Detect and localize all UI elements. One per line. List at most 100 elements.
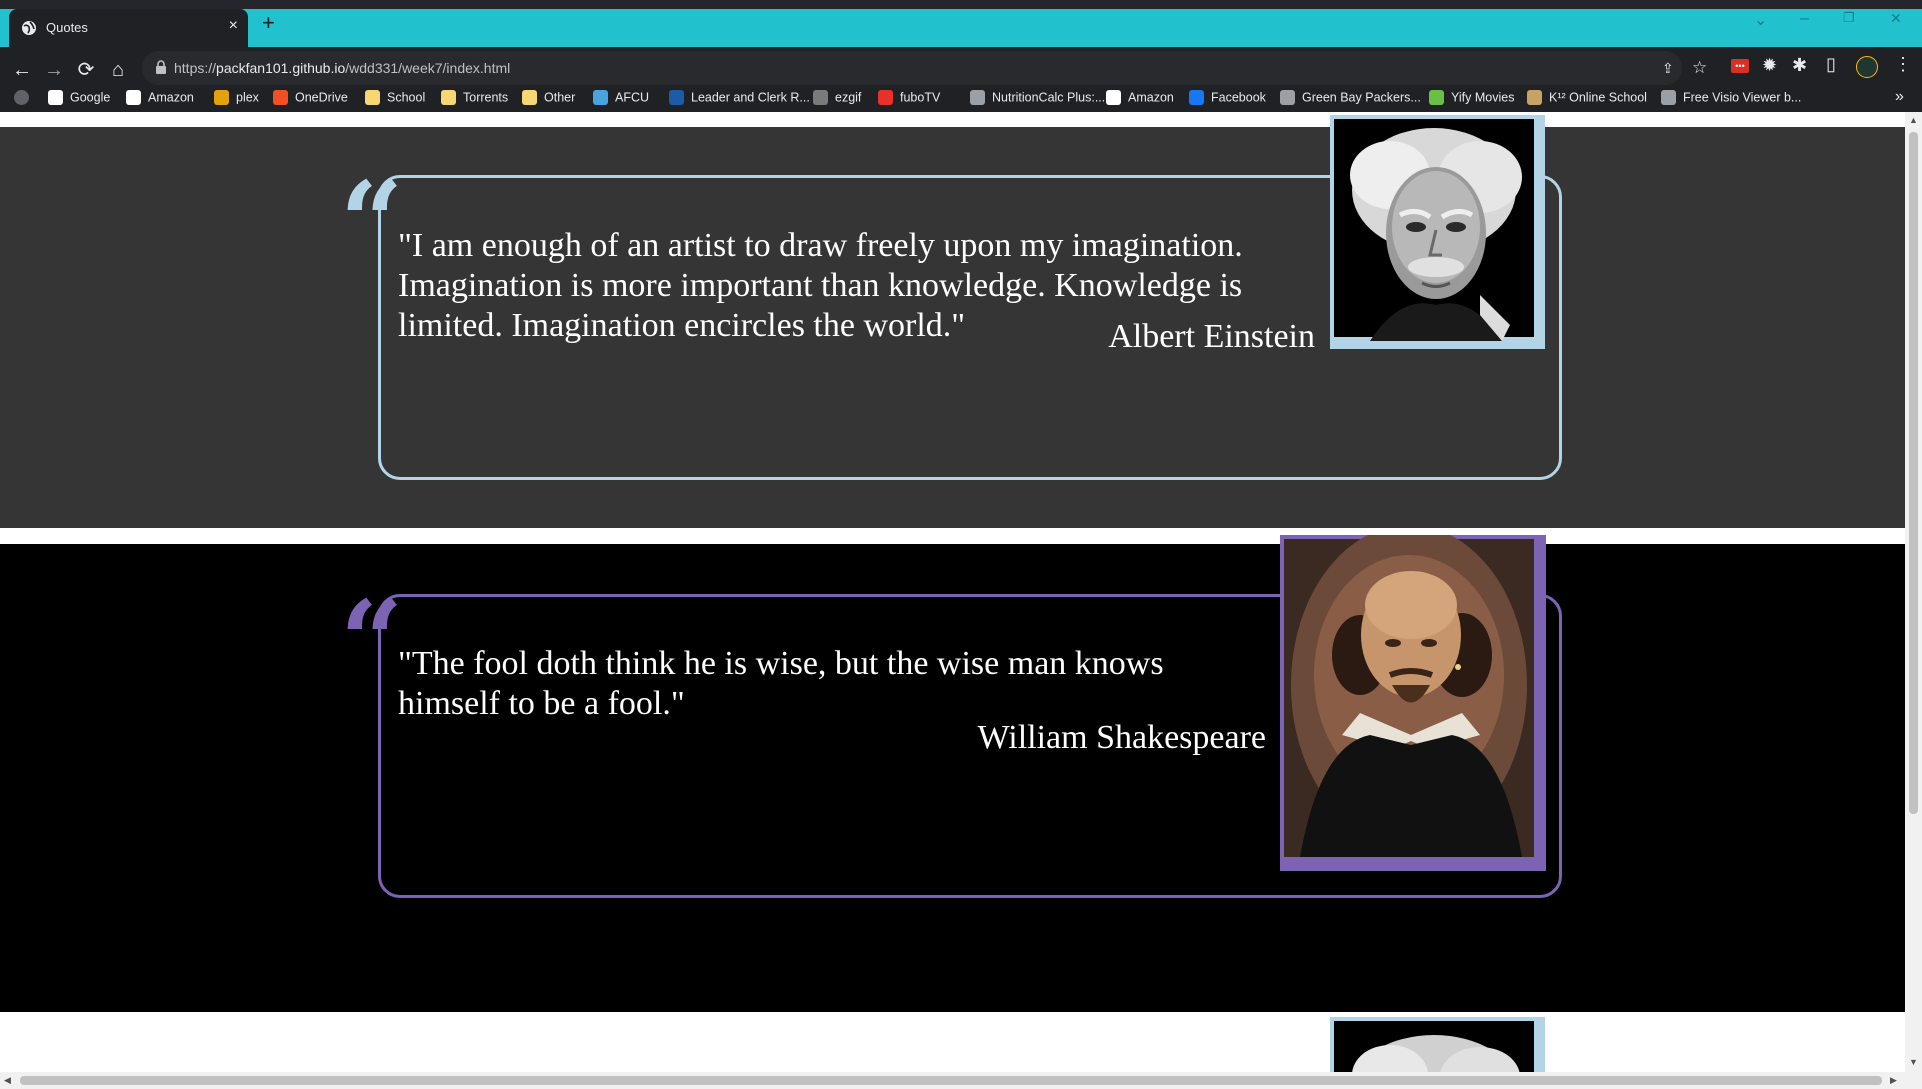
bookmark-label: fuboTV <box>900 90 941 105</box>
url-text: https://packfan101.github.io/wdd331/week… <box>174 60 510 76</box>
address-bar[interactable]: https://packfan101.github.io/wdd331/week… <box>142 51 1707 85</box>
bookmark-item[interactable]: NutritionCalc Plus:... <box>970 82 1105 112</box>
horizontal-scrollbar[interactable]: ◀ ▶ <box>0 1072 1922 1089</box>
folder-icon <box>365 90 380 106</box>
bookmark-label: plex <box>236 90 259 105</box>
bookmarks-overflow-icon[interactable]: » <box>1895 82 1904 112</box>
bookmark-label: AFCU <box>615 90 650 105</box>
plex-icon <box>214 90 229 106</box>
bookmarks-bar: Google Amazon plex OneDrive School Torrents Ot… <box>0 82 1922 112</box>
bookmark-item[interactable]: Google <box>48 82 110 112</box>
microsoft-icon <box>273 90 288 106</box>
scroll-down-icon[interactable]: ▼ <box>1909 1057 1918 1067</box>
bookmark-item[interactable]: School <box>365 82 425 112</box>
restore-button[interactable]: ❐ <box>1843 10 1855 26</box>
vertical-scrollbar[interactable]: ▲ ▼ <box>1905 112 1922 1072</box>
lock-icon <box>156 60 166 74</box>
yify-icon <box>1429 90 1444 106</box>
bookmark-label: NutritionCalc Plus:... <box>992 90 1106 105</box>
einstein-portrait-image <box>1330 115 1538 341</box>
bookmark-label: OneDrive <box>295 90 348 105</box>
quote-section-shakespeare: “ "The fool doth think he is wise, but t… <box>0 535 1905 1012</box>
url-scheme: https:// <box>174 60 217 76</box>
bookmark-item[interactable]: plex <box>214 82 259 112</box>
apps-icon[interactable] <box>14 82 36 112</box>
home-button[interactable]: ⌂ <box>104 56 132 84</box>
bookmark-item[interactable]: Green Bay Packers... <box>1280 82 1421 112</box>
page-viewport: “ "I am enough of an artist to draw free… <box>0 112 1905 1072</box>
shakespeare-portrait-image <box>1280 535 1546 871</box>
bookmark-label: Torrents <box>463 90 509 105</box>
bookmark-label: School <box>387 90 426 105</box>
ezgif-icon <box>813 90 828 106</box>
quote-section-einstein: “ "I am enough of an artist to draw free… <box>0 115 1905 528</box>
amazon-icon <box>126 90 141 106</box>
bookmark-item[interactable]: Yify Movies <box>1429 82 1514 112</box>
reload-button[interactable]: ⟳ <box>72 56 100 84</box>
bookmark-label: Leader and Clerk R... <box>691 90 810 105</box>
bookmark-label: Green Bay Packers... <box>1302 90 1421 105</box>
extensions-puzzle-icon[interactable]: ✱ <box>1792 55 1807 76</box>
bookmark-item[interactable]: AFCU <box>593 82 649 112</box>
share-icon[interactable]: ⇪ <box>1662 60 1674 77</box>
bookmark-item[interactable]: Amazon <box>126 82 194 112</box>
scroll-left-icon[interactable]: ◀ <box>4 1075 11 1086</box>
bookmark-label: Facebook <box>1211 90 1266 105</box>
bookmark-item[interactable]: Free Visio Viewer b... <box>1661 82 1801 112</box>
title-bar-edge <box>0 0 1922 9</box>
bookmark-label: Other <box>544 90 576 105</box>
side-panel-icon[interactable]: ▯ <box>1826 54 1836 75</box>
facebook-icon <box>1189 90 1204 106</box>
globe-icon <box>22 21 36 35</box>
bookmark-label: Google <box>70 90 111 105</box>
folder-icon <box>441 90 456 106</box>
bookmark-label: K¹² Online School <box>1549 90 1647 105</box>
lastpass-icon[interactable]: ••• <box>1731 59 1749 73</box>
fubotv-icon <box>878 90 893 106</box>
close-window-button[interactable]: ✕ <box>1890 10 1902 27</box>
quote-author: Albert Einstein <box>1108 318 1315 355</box>
google-icon <box>48 90 63 106</box>
quote-text: "The fool doth think he is wise, but the… <box>398 645 1164 722</box>
quote-mark-icon: “ <box>340 576 404 705</box>
afcu-icon <box>593 90 608 106</box>
menu-icon[interactable]: ⋮ <box>1894 54 1912 75</box>
bookmark-item[interactable]: Other <box>522 82 575 112</box>
tab-search-icon[interactable]: ⌄ <box>1754 10 1767 30</box>
profile-avatar[interactable] <box>1856 56 1878 78</box>
back-button[interactable]: ← <box>8 56 36 84</box>
scroll-up-icon[interactable]: ▲ <box>1909 115 1918 125</box>
bookmark-item[interactable]: fuboTV <box>878 82 940 112</box>
bookmark-label: Amazon <box>148 90 194 105</box>
bookmark-label: Amazon <box>1128 90 1174 105</box>
bookmark-item[interactable]: Leader and Clerk R... <box>669 82 810 112</box>
k12-icon <box>1527 90 1542 106</box>
amazon-icon <box>1106 90 1121 106</box>
quote-mark-icon: “ <box>340 157 404 286</box>
globe-icon <box>970 90 985 106</box>
horizontal-scroll-thumb[interactable] <box>20 1076 1882 1085</box>
quote-author: William Shakespeare <box>977 719 1266 756</box>
folder-icon <box>522 90 537 106</box>
scroll-right-icon[interactable]: ▶ <box>1890 1075 1897 1086</box>
url-path: /wdd331/week7/index.html <box>345 60 511 76</box>
bookmark-item[interactable]: Amazon <box>1106 82 1174 112</box>
globe-icon <box>1661 90 1676 106</box>
minimize-button[interactable]: – <box>1800 10 1809 28</box>
bookmark-label: Yify Movies <box>1451 90 1515 105</box>
bookmark-star-icon[interactable]: ☆ <box>1692 58 1707 78</box>
new-tab-button[interactable]: + <box>262 10 275 36</box>
url-host: packfan101.github.io <box>216 60 346 76</box>
bookmark-item[interactable]: ezgif <box>813 82 861 112</box>
tab-quotes[interactable]: Quotes × <box>9 9 248 47</box>
bookmark-item[interactable]: Torrents <box>441 82 508 112</box>
settings-extension-icon[interactable]: ✹ <box>1762 55 1777 76</box>
bookmark-item[interactable]: Facebook <box>1189 82 1266 112</box>
tab-title: Quotes <box>46 20 88 35</box>
bookmark-item[interactable]: OneDrive <box>273 82 348 112</box>
tab-close-icon[interactable]: × <box>229 17 238 35</box>
bookmark-item[interactable]: K¹² Online School <box>1527 82 1647 112</box>
vertical-scroll-thumb[interactable] <box>1909 132 1918 814</box>
forward-button[interactable]: → <box>40 56 68 84</box>
einstein-portrait-image-partial <box>1330 1017 1545 1072</box>
